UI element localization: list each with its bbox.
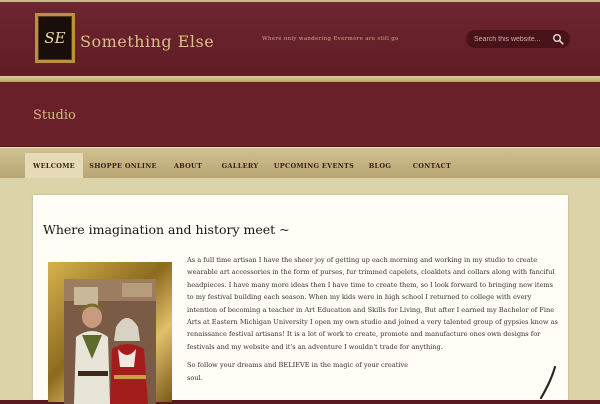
intro-paragraph: As a full time artisan I have the sheer … [187,256,558,351]
nav-item-upcoming-events[interactable]: UPCOMING EVENTS [274,153,354,179]
nav-item-shoppe-online[interactable]: SHOPPE ONLINE [88,153,158,179]
search-box [466,30,570,48]
search-icon[interactable] [552,33,564,45]
site-title[interactable]: Something Else [80,32,214,51]
nav-item-gallery[interactable]: GALLERY [218,153,262,179]
artisans-photo [64,279,156,404]
search-input[interactable] [474,33,546,45]
content-heading: Where imagination and history meet ~ [43,222,290,237]
logo-monogram: SE [44,29,66,47]
nav-item-blog[interactable]: BLOG [362,153,398,179]
site-logo[interactable]: SE [35,13,75,63]
decorative-flourish [539,365,557,400]
nav-item-about[interactable]: ABOUT [166,153,210,179]
intro-text: As a full time artisan I have the sheer … [187,254,559,384]
nav-item-welcome[interactable]: WELCOME [25,153,83,179]
closing-paragraph: So follow your dreams and BELIEVE in the… [187,361,409,382]
page-title: Studio [33,108,76,123]
site-tagline: Where only wandering Ever­more are still… [262,36,399,42]
nav-item-contact[interactable]: CONTACT [408,153,456,179]
main-nav: WELCOME SHOPPE ONLINE ABOUT GALLERY UPCO… [0,147,600,179]
page-banner [0,82,600,146]
